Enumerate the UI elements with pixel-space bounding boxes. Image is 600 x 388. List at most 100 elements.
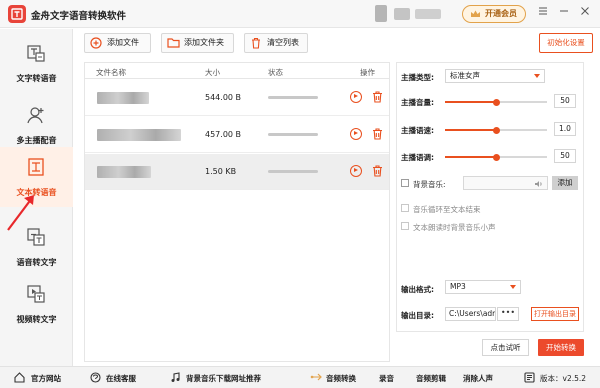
output-format-label: 输出格式: bbox=[401, 285, 434, 294]
add-circle-icon bbox=[90, 37, 102, 49]
official-site-link[interactable]: 官方网站 bbox=[31, 373, 61, 384]
bg-music-download-link[interactable]: 背景音乐下载网址推荐 bbox=[186, 373, 261, 384]
speed-slider-fill bbox=[445, 129, 496, 131]
speed-label: 主播语速: bbox=[401, 126, 434, 135]
clear-list-button[interactable]: 清空列表 bbox=[244, 33, 308, 53]
sidebar-item-text-to-speech[interactable]: 文字转语音 bbox=[0, 33, 73, 93]
toolbar: 添加文件 添加文件夹 清空列表 初始化设置 bbox=[74, 29, 600, 59]
speed-slider[interactable] bbox=[445, 126, 547, 134]
delete-icon[interactable] bbox=[372, 128, 383, 140]
pitch-slider-knob[interactable] bbox=[492, 153, 500, 161]
output-format-value: MP3 bbox=[450, 282, 466, 291]
folder-icon bbox=[167, 38, 180, 48]
volume-slider-fill bbox=[445, 101, 496, 103]
table-header: 文件名称 大小 状态 操作 bbox=[85, 63, 389, 79]
audio-convert-icon bbox=[310, 373, 322, 381]
output-format-select[interactable]: MP3 bbox=[445, 280, 521, 294]
play-icon[interactable] bbox=[350, 91, 362, 103]
table-row[interactable]: 1.50 KB bbox=[85, 154, 389, 190]
file-name-redacted bbox=[97, 129, 181, 141]
volume-input[interactable]: 50 bbox=[554, 94, 576, 108]
column-header-size: 大小 bbox=[205, 68, 220, 77]
home-icon bbox=[14, 372, 25, 383]
play-icon[interactable] bbox=[350, 165, 362, 177]
close-icon[interactable] bbox=[577, 4, 593, 22]
version-text: 版本：v2.5.2 bbox=[540, 374, 587, 383]
record-link[interactable]: 录音 bbox=[379, 373, 394, 384]
column-header-status: 状态 bbox=[268, 68, 283, 77]
vip-button[interactable]: 开通会员 bbox=[462, 5, 526, 23]
play-icon[interactable] bbox=[350, 128, 362, 140]
status-progress bbox=[268, 170, 318, 173]
version-icon bbox=[524, 372, 535, 383]
loop-music-checkbox[interactable] bbox=[401, 204, 409, 212]
online-support-link[interactable]: 在线客服 bbox=[106, 373, 136, 384]
audio-convert-link[interactable]: 音频转换 bbox=[326, 373, 356, 384]
sidebar-item-label: 语音转文字 bbox=[16, 258, 57, 267]
clear-list-label: 清空列表 bbox=[267, 38, 299, 47]
speed-slider-knob[interactable] bbox=[492, 126, 500, 134]
app-title: 金舟文字语音转换软件 bbox=[31, 11, 127, 22]
video-to-text-icon bbox=[27, 285, 45, 303]
crown-icon bbox=[471, 10, 480, 17]
app-logo-icon bbox=[8, 5, 26, 23]
trial-listen-button[interactable]: 点击试听 bbox=[482, 339, 529, 356]
start-convert-button[interactable]: 开始转换 bbox=[538, 339, 584, 356]
duck-music-label: 文本朗读时背景音乐小声 bbox=[413, 223, 496, 232]
file-name-redacted bbox=[97, 92, 149, 104]
add-bg-music-button[interactable]: 添加 bbox=[552, 176, 578, 190]
volume-slider-knob[interactable] bbox=[492, 98, 500, 106]
anchor-type-value: 标准女声 bbox=[450, 71, 480, 80]
user-avatar-icon[interactable] bbox=[375, 5, 387, 22]
status-progress bbox=[268, 96, 318, 99]
column-header-actions: 操作 bbox=[360, 68, 375, 77]
table-row[interactable]: 544.00 B bbox=[85, 80, 389, 116]
annotation-arrow-icon bbox=[7, 195, 34, 231]
add-file-label: 添加文件 bbox=[107, 38, 139, 47]
delete-icon[interactable] bbox=[372, 165, 383, 177]
duck-music-checkbox[interactable] bbox=[401, 222, 409, 230]
sidebar-item-label: 文字转语音 bbox=[16, 74, 57, 83]
anchor-type-select[interactable]: 标准女声 bbox=[445, 69, 545, 83]
add-folder-label: 添加文件夹 bbox=[184, 38, 224, 47]
add-folder-button[interactable]: 添加文件夹 bbox=[161, 33, 234, 53]
pitch-input[interactable]: 50 bbox=[554, 149, 576, 163]
column-header-name: 文件名称 bbox=[96, 68, 126, 77]
vip-button-label: 开通会员 bbox=[485, 9, 517, 18]
file-size: 1.50 KB bbox=[205, 167, 237, 176]
add-file-button[interactable]: 添加文件 bbox=[84, 33, 151, 53]
table-row[interactable]: 457.00 B bbox=[85, 117, 389, 153]
volume-slider[interactable] bbox=[445, 98, 547, 106]
bg-music-checkbox[interactable] bbox=[401, 179, 409, 187]
minimize-icon[interactable] bbox=[556, 4, 572, 22]
sidebar-item-multi-anchor[interactable]: 多主播配音 bbox=[0, 95, 73, 155]
support-icon bbox=[90, 372, 101, 383]
volume-label: 主播音量: bbox=[401, 98, 434, 107]
init-settings-button[interactable]: 初始化设置 bbox=[539, 33, 593, 53]
sidebar-item-label: 视频转文字 bbox=[16, 315, 57, 324]
chevron-down-icon bbox=[510, 285, 516, 289]
file-table: 文件名称 大小 状态 操作 544.00 B 457.00 B 1.50 KB bbox=[84, 62, 390, 362]
bg-music-input[interactable] bbox=[463, 176, 548, 190]
open-output-button[interactable]: 打开输出目录 bbox=[531, 307, 579, 321]
sidebar-item-video-to-text[interactable]: 视频转文字 bbox=[0, 274, 73, 334]
multi-anchor-icon bbox=[27, 107, 44, 124]
bg-music-label: 背景音乐: bbox=[413, 180, 446, 189]
user-id-redacted bbox=[415, 9, 441, 19]
menu-icon[interactable] bbox=[535, 4, 551, 22]
delete-icon[interactable] bbox=[372, 91, 383, 103]
output-dir-input[interactable]: C:\Users\admir bbox=[445, 307, 496, 321]
title-bar: 金舟文字语音转换软件 开通会员 bbox=[0, 0, 600, 28]
audio-edit-link[interactable]: 音频剪辑 bbox=[416, 373, 446, 384]
music-icon bbox=[171, 372, 180, 382]
loop-music-label: 音乐循环至文本结束 bbox=[413, 205, 481, 214]
footer-bar: 官方网站 在线客服 背景音乐下载网址推荐 音频转换 录音 音频剪辑 消除人声 版… bbox=[0, 366, 600, 388]
pitch-slider-fill bbox=[445, 156, 496, 158]
volume-icon bbox=[535, 181, 542, 187]
pitch-slider[interactable] bbox=[445, 153, 547, 161]
output-dir-label: 输出目录: bbox=[401, 311, 434, 320]
speed-input[interactable]: 1.0 bbox=[554, 122, 576, 136]
browse-button[interactable]: ••• bbox=[497, 307, 519, 321]
trash-icon bbox=[252, 37, 260, 49]
vocal-remove-link[interactable]: 消除人声 bbox=[463, 373, 493, 384]
